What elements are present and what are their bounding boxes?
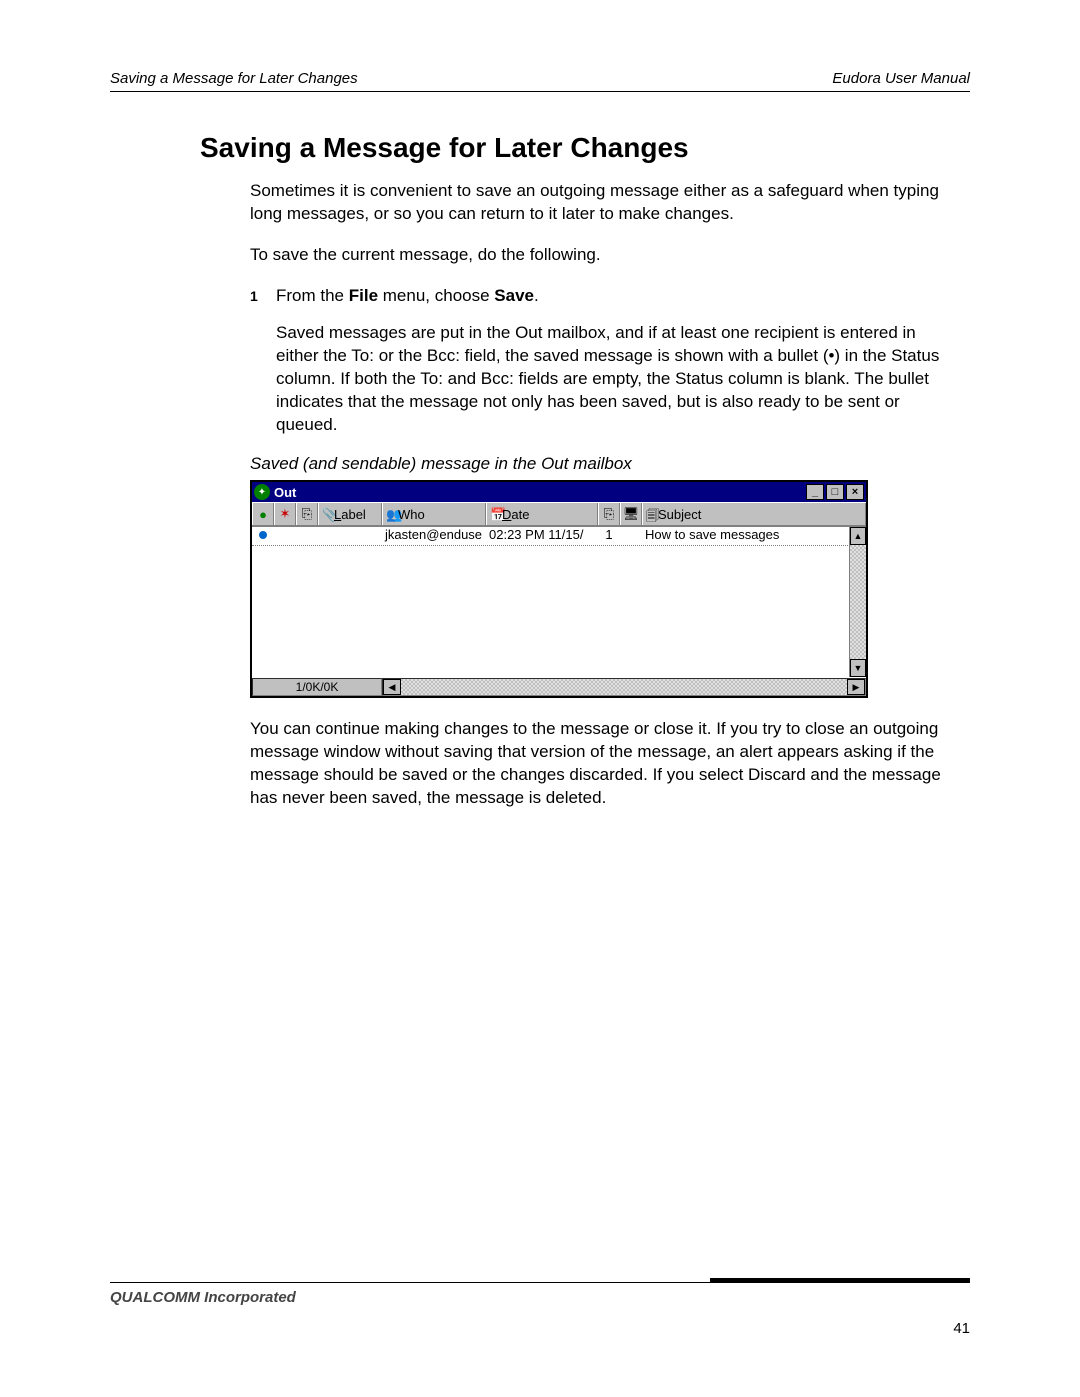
col-label[interactable]: 📎Label	[318, 503, 382, 525]
page-footer: QUALCOMM Incorporated 41	[110, 1282, 970, 1337]
col-priority[interactable]: ✶	[274, 503, 296, 525]
scroll-down-button[interactable]: ▼	[850, 659, 866, 677]
window-statusbar: 1/0K/0K ◀ ▶	[252, 677, 866, 696]
header-left: Saving a Message for Later Changes	[110, 70, 358, 87]
col-status[interactable]: ●	[252, 503, 274, 525]
table-row[interactable]: jkasten@enduse 02:23 PM 11/15/ 1 How to …	[252, 527, 866, 546]
col-attach[interactable]: ⎘	[296, 503, 318, 525]
footer-page-number: 41	[110, 1320, 970, 1337]
cell-who: jkasten@enduse	[382, 527, 486, 545]
running-header: Saving a Message for Later Changes Eudor…	[110, 70, 970, 92]
col-sizeicon[interactable]: ⎘	[598, 503, 620, 525]
out-mailbox-window: ✦ Out _ □ × ● ✶ ⎘ 📎Label 👥Who 📅Date ⎘ 🖥 …	[250, 480, 868, 698]
step-text: From the File menu, choose Save.	[276, 285, 539, 308]
step-1: 1 From the File menu, choose Save.	[250, 285, 960, 308]
message-list: jkasten@enduse 02:23 PM 11/15/ 1 How to …	[252, 526, 866, 677]
cell-size: 1	[598, 527, 620, 545]
col-servericon[interactable]: 🖥	[620, 503, 642, 525]
col-who[interactable]: 👥Who	[382, 503, 486, 525]
col-date[interactable]: 📅Date	[486, 503, 598, 525]
window-title: Out	[274, 485, 806, 500]
footer-company: QUALCOMM Incorporated	[110, 1289, 296, 1306]
col-subject[interactable]: 🗐Subject	[642, 503, 866, 525]
manual-page: Saving a Message for Later Changes Eudor…	[0, 0, 1080, 1397]
horizontal-scrollbar[interactable]: ◀ ▶	[382, 678, 866, 696]
window-controls: _ □ ×	[806, 484, 864, 500]
scroll-up-button[interactable]: ▲	[850, 527, 866, 545]
bullet-status-icon	[259, 531, 267, 539]
column-headers: ● ✶ ⎘ 📎Label 👥Who 📅Date ⎘ 🖥 🗐Subject	[252, 502, 866, 526]
content-area: Saving a Message for Later Changes Somet…	[250, 132, 960, 810]
close-button[interactable]: ×	[846, 484, 864, 500]
figure-caption: Saved (and sendable) message in the Out …	[250, 454, 960, 474]
mailbox-icon: ✦	[254, 484, 270, 500]
scroll-left-button[interactable]: ◀	[383, 679, 401, 695]
maximize-button[interactable]: □	[826, 484, 844, 500]
status-counts: 1/0K/0K	[252, 678, 382, 696]
explanation-paragraph: Saved messages are put in the Out mailbo…	[276, 322, 960, 437]
cell-subject: How to save messages	[642, 527, 866, 545]
minimize-button[interactable]: _	[806, 484, 824, 500]
vertical-scrollbar[interactable]: ▲ ▼	[849, 527, 866, 677]
followup-paragraph: You can continue making changes to the m…	[250, 718, 960, 810]
window-titlebar[interactable]: ✦ Out _ □ ×	[252, 482, 866, 502]
header-right: Eudora User Manual	[832, 70, 970, 87]
intro-paragraph-1: Sometimes it is convenient to save an ou…	[250, 180, 960, 226]
section-title: Saving a Message for Later Changes	[200, 132, 960, 164]
step-number: 1	[250, 285, 276, 308]
intro-paragraph-2: To save the current message, do the foll…	[250, 244, 960, 267]
cell-date: 02:23 PM 11/15/	[486, 527, 598, 545]
scroll-right-button[interactable]: ▶	[847, 679, 865, 695]
